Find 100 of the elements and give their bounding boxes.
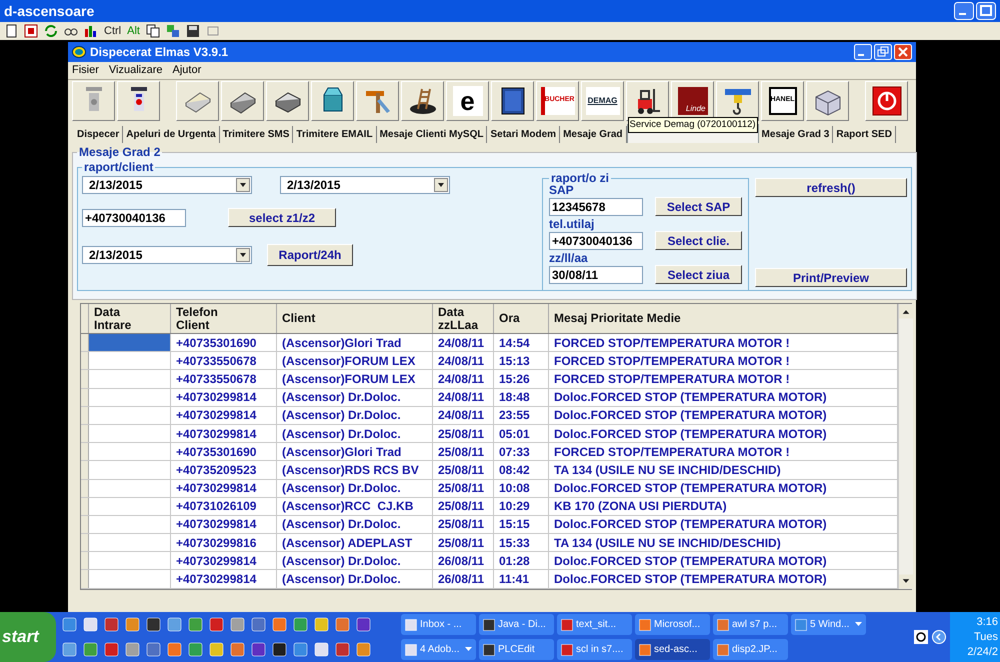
- column-header[interactable]: Data zzLLaa: [433, 304, 494, 333]
- toolbar-button[interactable]: [117, 80, 160, 120]
- app-icon[interactable]: [62, 617, 77, 632]
- task-button[interactable]: Microsof...: [635, 614, 710, 635]
- app-icon[interactable]: [293, 642, 308, 657]
- tab[interactable]: Setari Modem: [487, 126, 560, 143]
- task-button[interactable]: Java - Di...: [479, 614, 554, 635]
- app-icon[interactable]: [125, 642, 140, 657]
- alt-key[interactable]: Alt: [127, 22, 140, 40]
- app-icon[interactable]: [272, 642, 287, 657]
- toolbar-button[interactable]: [401, 80, 444, 120]
- scrollbar[interactable]: [898, 304, 913, 589]
- toolbar-button[interactable]: [491, 80, 534, 120]
- menu-item[interactable]: Ajutor: [172, 62, 202, 79]
- task-button[interactable]: text_sit...: [557, 614, 632, 635]
- grid-icon[interactable]: [24, 24, 38, 38]
- task-button[interactable]: awl s7 p...: [713, 614, 788, 635]
- toolbar-button[interactable]: [865, 80, 908, 120]
- app-icon[interactable]: [230, 642, 245, 657]
- save-icon[interactable]: [186, 24, 200, 38]
- app-icon[interactable]: [356, 617, 371, 632]
- task-button[interactable]: sed-asc...: [635, 639, 710, 660]
- maximize-icon[interactable]: [976, 2, 996, 20]
- select-button[interactable]: Select ziua: [655, 265, 742, 284]
- task-button[interactable]: scl in s7....: [557, 639, 632, 660]
- menu-item[interactable]: Fisier: [72, 62, 99, 79]
- tab[interactable]: Raport SED: [833, 126, 896, 143]
- chart-icon[interactable]: [84, 24, 98, 38]
- app-icon[interactable]: [125, 617, 140, 632]
- task-button[interactable]: disp2.JP...: [713, 639, 788, 660]
- app-icon[interactable]: [230, 617, 245, 632]
- app-icon[interactable]: [83, 617, 98, 632]
- scroll-up-icon[interactable]: [899, 304, 913, 319]
- print-button[interactable]: Print/Preview: [755, 268, 907, 287]
- tab[interactable]: Mesaje Clienti MySQL: [376, 126, 488, 143]
- column-header[interactable]: Ora: [494, 304, 549, 333]
- task-button[interactable]: 5 Wind...: [791, 614, 866, 635]
- task-button[interactable]: PLCEdit: [479, 639, 554, 660]
- app-icon[interactable]: [335, 617, 350, 632]
- toolbar-button[interactable]: e: [446, 80, 489, 120]
- minimize-icon[interactable]: [954, 2, 974, 20]
- tab[interactable]: Trimitere SMS: [220, 126, 294, 143]
- start-button[interactable]: start: [0, 612, 56, 662]
- tab[interactable]: Dispecer: [74, 126, 124, 143]
- date-dropdown[interactable]: 2/13/2015: [82, 176, 252, 194]
- phone-field[interactable]: +40730040136: [82, 208, 186, 226]
- tab[interactable]: Trimitere EMAIL: [293, 126, 377, 143]
- task-button[interactable]: 4 Adob...: [401, 639, 476, 660]
- app-icon[interactable]: [209, 642, 224, 657]
- copy-icon[interactable]: [146, 24, 160, 38]
- select-button[interactable]: Select clie.: [655, 231, 742, 250]
- scroll-down-icon[interactable]: [899, 574, 913, 589]
- app-icon[interactable]: [272, 617, 287, 632]
- help-icon[interactable]: [914, 630, 928, 644]
- toolbar-button[interactable]: [266, 80, 309, 120]
- toolbar-button[interactable]: [311, 80, 354, 120]
- app-icon[interactable]: [314, 642, 329, 657]
- menu-item[interactable]: Vizualizare: [108, 62, 162, 79]
- toolbar-button[interactable]: [806, 80, 849, 120]
- input-field[interactable]: 30/08/11: [549, 266, 643, 284]
- app-icon[interactable]: [188, 642, 203, 657]
- window-icon[interactable]: [206, 24, 220, 38]
- column-header[interactable]: Data Intrare: [89, 304, 171, 333]
- app-icon[interactable]: [146, 642, 161, 657]
- restore-icon[interactable]: [874, 44, 892, 60]
- app-icon[interactable]: [188, 617, 203, 632]
- app-icon[interactable]: [251, 617, 266, 632]
- app-icon[interactable]: [83, 642, 98, 657]
- chevron-icon[interactable]: [932, 630, 946, 644]
- close-icon[interactable]: [894, 44, 912, 60]
- input-field[interactable]: +40730040136: [549, 232, 643, 250]
- refresh-icon[interactable]: [44, 24, 58, 38]
- app-icon[interactable]: [251, 642, 266, 657]
- ctrl-key[interactable]: Ctrl: [104, 22, 122, 40]
- minimize-icon[interactable]: [854, 44, 872, 60]
- date-dropdown[interactable]: 2/13/2015: [280, 176, 450, 194]
- tab[interactable]: Mesaje Grad 3: [758, 126, 834, 143]
- page-icon[interactable]: [4, 24, 18, 38]
- toolbar-button[interactable]: [221, 80, 264, 120]
- app-icon[interactable]: [62, 642, 77, 657]
- toolbar-button[interactable]: [716, 80, 759, 120]
- app-icon[interactable]: [146, 617, 161, 632]
- app-icon[interactable]: [356, 642, 371, 657]
- app-icon[interactable]: [293, 617, 308, 632]
- column-header[interactable]: Client: [277, 304, 433, 333]
- select-button[interactable]: Select SAP: [655, 197, 742, 216]
- refresh-button[interactable]: refresh(): [755, 178, 907, 197]
- date-dropdown[interactable]: 2/13/2015: [82, 246, 252, 264]
- toolbar-button[interactable]: [626, 80, 669, 120]
- app-icon[interactable]: [167, 642, 182, 657]
- toolbar-button[interactable]: DEMAG: [581, 80, 624, 120]
- app-icon[interactable]: [314, 617, 329, 632]
- input-field[interactable]: 12345678: [549, 198, 643, 216]
- report-button[interactable]: Raport/24h: [267, 244, 353, 266]
- column-header[interactable]: Telefon Client: [171, 304, 277, 333]
- tab[interactable]: Apeluri de Urgenta: [123, 126, 220, 143]
- task-button[interactable]: Inbox - ...: [401, 614, 476, 635]
- select-button[interactable]: select z1/z2: [228, 208, 336, 227]
- transfer-icon[interactable]: [166, 24, 180, 38]
- app-icon[interactable]: [167, 617, 182, 632]
